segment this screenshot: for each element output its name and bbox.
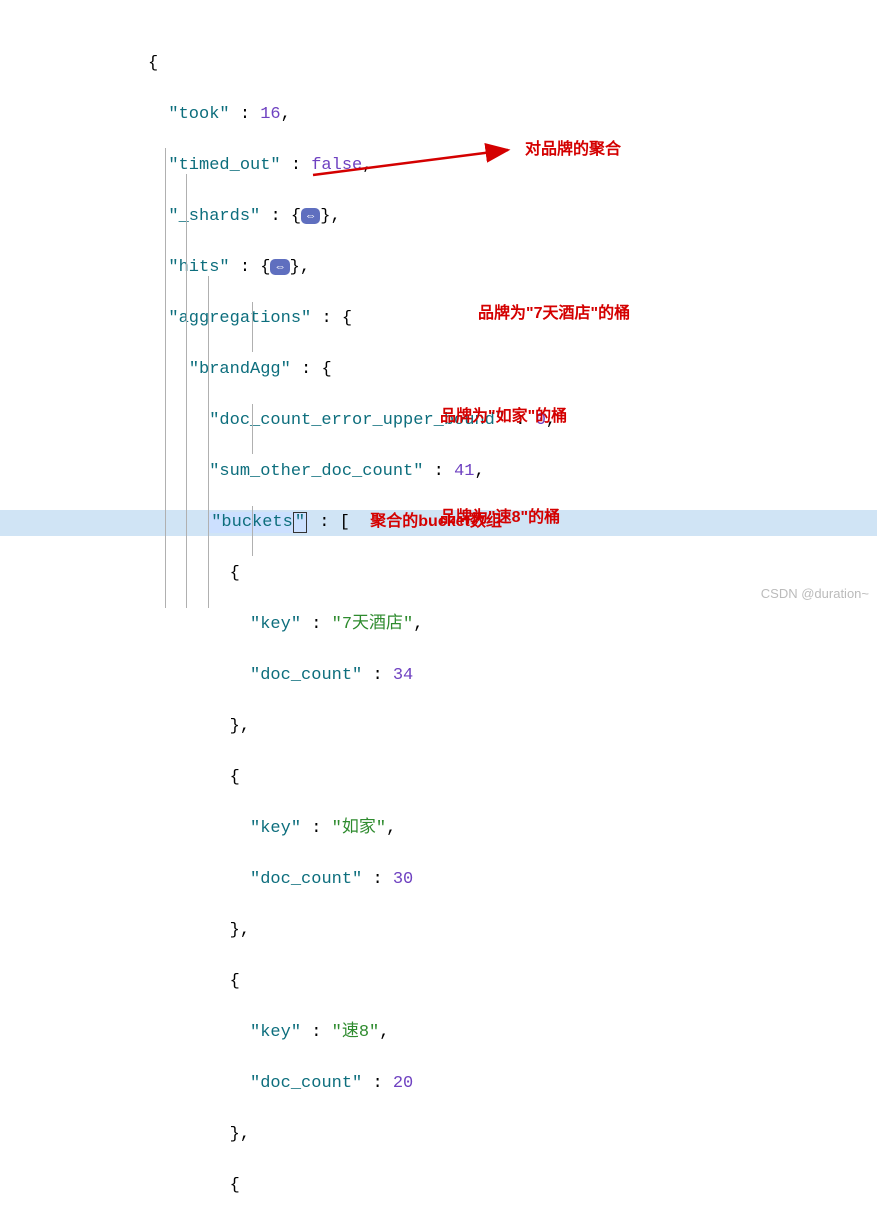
annotation-bucket-rujia: 品牌为"如家"的桶 — [440, 405, 567, 429]
indent-guide — [252, 404, 253, 454]
annotation-bucket-su8: 品牌为"速8"的桶 — [440, 506, 560, 530]
collapse-icon[interactable]: ⇔ — [270, 259, 289, 275]
line-b0-dc: "doc_count" : 34 — [0, 663, 877, 689]
line-b1-close: }, — [0, 918, 877, 944]
line-b1-open: { — [0, 765, 877, 791]
collapse-icon[interactable]: ⇔ — [301, 208, 320, 224]
line-open-brace: { — [0, 51, 877, 77]
line-b0-key: "key" : "7天酒店", — [0, 612, 877, 638]
line-b2-key: "key" : "速8", — [0, 1020, 877, 1046]
line-buckets-highlighted: "buckets" : [ 聚合的bucket数组 — [0, 510, 877, 536]
line-b2-dc: "doc_count" : 20 — [0, 1071, 877, 1097]
line-dc-err: "doc_count_error_upper_bound" : 0, — [0, 408, 877, 434]
line-hits: "hits" : {⇔}, — [0, 255, 877, 281]
line-took: "took" : 16, — [0, 102, 877, 128]
indent-guide — [252, 302, 253, 352]
watermark: CSDN @duration~ — [761, 584, 869, 604]
annotation-agg-brand: 对品牌的聚合 — [525, 138, 621, 162]
line-b2-close: }, — [0, 1122, 877, 1148]
indent-guide — [186, 174, 187, 608]
line-brandagg: "brandAgg" : { — [0, 357, 877, 383]
indent-guide — [252, 506, 253, 556]
line-aggs: "aggregations" : { — [0, 306, 877, 332]
line-sum-other: "sum_other_doc_count" : 41, — [0, 459, 877, 485]
line-b1-dc: "doc_count" : 30 — [0, 867, 877, 893]
line-b0-close: }, — [0, 714, 877, 740]
line-b1-key: "key" : "如家", — [0, 816, 877, 842]
line-b0-open: { — [0, 561, 877, 587]
line-shards: "_shards" : {⇔}, — [0, 204, 877, 230]
annotation-bucket-7day: 品牌为"7天酒店"的桶 — [478, 302, 630, 326]
json-code-block: { "took" : 16, "timed_out" : false, "_sh… — [0, 0, 877, 1218]
line-b3-open: { — [0, 1173, 877, 1199]
line-timed-out: "timed_out" : false, — [0, 153, 877, 179]
indent-guide — [165, 148, 166, 608]
indent-guide — [208, 276, 209, 608]
line-b2-open: { — [0, 969, 877, 995]
